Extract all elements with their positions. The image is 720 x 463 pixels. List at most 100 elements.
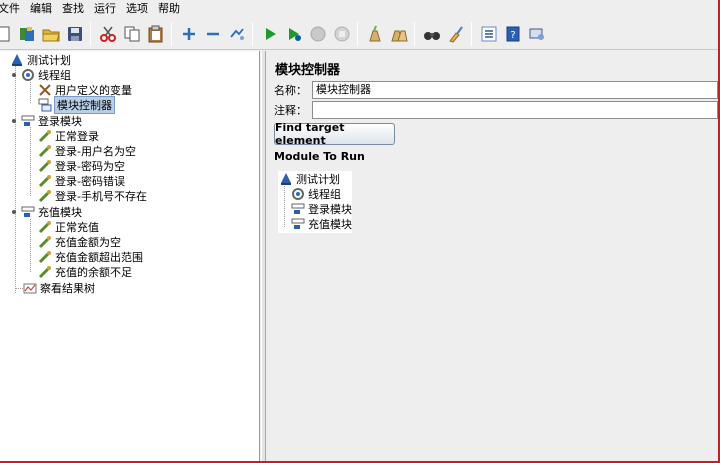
- sampler-icon: [38, 189, 52, 203]
- tree-connector: [284, 183, 285, 227]
- menu-options[interactable]: 选项: [124, 0, 152, 18]
- sampler-icon: [38, 174, 52, 188]
- sampler-icon: [38, 220, 52, 234]
- expand-handle-icon[interactable]: [11, 68, 18, 82]
- shutdown-icon[interactable]: [331, 23, 353, 45]
- cut-icon[interactable]: [97, 23, 119, 45]
- module-controller-panel: 模块控制器 名称： 模块控制器 注释： Find target element …: [267, 51, 718, 461]
- test-plan-icon: [10, 53, 24, 67]
- remote-icon[interactable]: [526, 23, 548, 45]
- toggle-icon[interactable]: [226, 23, 248, 45]
- tree-node-label: 登录-密码为空: [55, 160, 125, 173]
- tree-node-view-results-tree[interactable]: 察看结果树: [23, 280, 95, 296]
- module-tree-node-login-module[interactable]: 登录模块: [291, 201, 352, 217]
- tree-node-label: 充值模块: [308, 218, 352, 231]
- tree-node-label: 登录-密码错误: [55, 175, 125, 188]
- simple-controller-icon: [21, 205, 35, 219]
- tree-node-thread-group[interactable]: 线程组: [11, 67, 71, 83]
- function-helper-icon[interactable]: [478, 23, 500, 45]
- toolbar-separator: [171, 21, 172, 46]
- menu-run[interactable]: 运行: [92, 0, 120, 18]
- module-tree-node-test-plan[interactable]: 测试计划: [279, 171, 340, 187]
- stop-icon[interactable]: [307, 23, 329, 45]
- module-to-run-tree[interactable]: 测试计划 线程组 登录模块 充值模块: [278, 171, 352, 233]
- tree-node-label: 登录模块: [308, 203, 352, 216]
- expand-handle-icon[interactable]: [11, 205, 18, 219]
- tree-node-label: 充值金额超出范围: [55, 251, 143, 264]
- tree-node-sampler[interactable]: 充值金额超出范围: [38, 249, 143, 265]
- tree-node-label: 正常登录: [55, 130, 99, 143]
- name-label: 名称：: [274, 84, 307, 97]
- sampler-icon: [38, 144, 52, 158]
- menu-edit[interactable]: 编辑: [28, 0, 56, 18]
- tree-node-sampler[interactable]: 正常登录: [38, 128, 99, 144]
- new-icon[interactable]: [0, 23, 14, 45]
- tree-node-user-variables[interactable]: 用户定义的变量: [38, 82, 132, 98]
- tree-node-label: 登录模块: [38, 115, 82, 128]
- toolbar-separator: [357, 21, 358, 46]
- tree-node-label: 登录-手机号不存在: [55, 190, 147, 203]
- search-icon[interactable]: [421, 23, 443, 45]
- tree-node-module-controller[interactable]: 模块控制器: [38, 96, 115, 114]
- reset-search-icon[interactable]: [445, 23, 467, 45]
- module-tree-node-recharge-module[interactable]: 充值模块: [291, 216, 352, 232]
- menu-search[interactable]: 查找: [60, 0, 88, 18]
- menu-file[interactable]: 文件: [0, 0, 24, 18]
- module-to-run-label: Module To Run: [274, 150, 365, 163]
- tree-node-sampler[interactable]: 充值的余额不足: [38, 264, 132, 280]
- split-pane-divider[interactable]: [261, 51, 266, 461]
- tree-node-sampler[interactable]: 登录-密码错误: [38, 173, 125, 189]
- name-field[interactable]: 模块控制器: [312, 81, 718, 99]
- toolbar: ?: [0, 18, 718, 50]
- comment-field[interactable]: [312, 101, 718, 119]
- simple-controller-icon: [291, 217, 305, 231]
- tree-node-sampler[interactable]: 正常充值: [38, 219, 99, 235]
- tree-node-sampler[interactable]: 登录-手机号不存在: [38, 188, 147, 204]
- panel-title: 模块控制器: [275, 63, 341, 78]
- toolbar-separator: [414, 21, 415, 46]
- menu-help[interactable]: 帮助: [156, 0, 184, 18]
- save-icon[interactable]: [64, 23, 86, 45]
- menu-bar: 文件 编辑 查找 运行 选项 帮助: [0, 0, 718, 18]
- tree-node-sampler[interactable]: 登录-密码为空: [38, 158, 125, 174]
- tree-connector: [15, 65, 16, 293]
- help-icon[interactable]: ?: [502, 23, 524, 45]
- tree-node-sampler[interactable]: 充值金额为空: [38, 234, 121, 250]
- simple-controller-icon: [291, 202, 305, 216]
- tree-node-label: 登录-用户名为空: [55, 145, 136, 158]
- test-plan-icon: [279, 172, 293, 186]
- simple-controller-icon: [21, 114, 35, 128]
- start-icon[interactable]: [259, 23, 281, 45]
- tree-node-label: 正常充值: [55, 221, 99, 234]
- sampler-icon: [38, 159, 52, 173]
- listener-icon: [23, 281, 37, 295]
- paste-icon[interactable]: [145, 23, 167, 45]
- tree-node-test-plan[interactable]: 测试计划: [10, 52, 71, 68]
- module-tree-node-thread-group[interactable]: 线程组: [291, 186, 341, 202]
- find-target-element-button[interactable]: Find target element: [274, 121, 395, 147]
- copy-icon[interactable]: [121, 23, 143, 45]
- sampler-icon: [38, 250, 52, 264]
- open-icon[interactable]: [40, 23, 62, 45]
- module-controller-icon: [38, 98, 52, 112]
- variables-icon: [38, 83, 52, 97]
- tree-node-label: 用户定义的变量: [55, 84, 132, 97]
- start-no-pause-icon[interactable]: [283, 23, 305, 45]
- tree-connector: [30, 219, 31, 272]
- tree-node-sampler[interactable]: 登录-用户名为空: [38, 143, 136, 159]
- expand-icon[interactable]: [178, 23, 200, 45]
- templates-icon[interactable]: [16, 23, 38, 45]
- clear-all-icon[interactable]: [388, 23, 410, 45]
- expand-handle-icon[interactable]: [11, 114, 18, 128]
- clear-icon[interactable]: [364, 23, 386, 45]
- tree-node-label: 充值金额为空: [55, 236, 121, 249]
- tree-node-label: 模块控制器: [54, 96, 115, 114]
- tree-node-label: 线程组: [308, 188, 341, 201]
- tree-node-login-module[interactable]: 登录模块: [11, 113, 82, 129]
- tree-node-label: 测试计划: [296, 173, 340, 186]
- collapse-icon[interactable]: [202, 23, 224, 45]
- tree-connector: [30, 127, 31, 196]
- svg-text:?: ?: [510, 30, 515, 41]
- tree-node-recharge-module[interactable]: 充值模块: [11, 204, 82, 220]
- toolbar-separator: [90, 21, 91, 46]
